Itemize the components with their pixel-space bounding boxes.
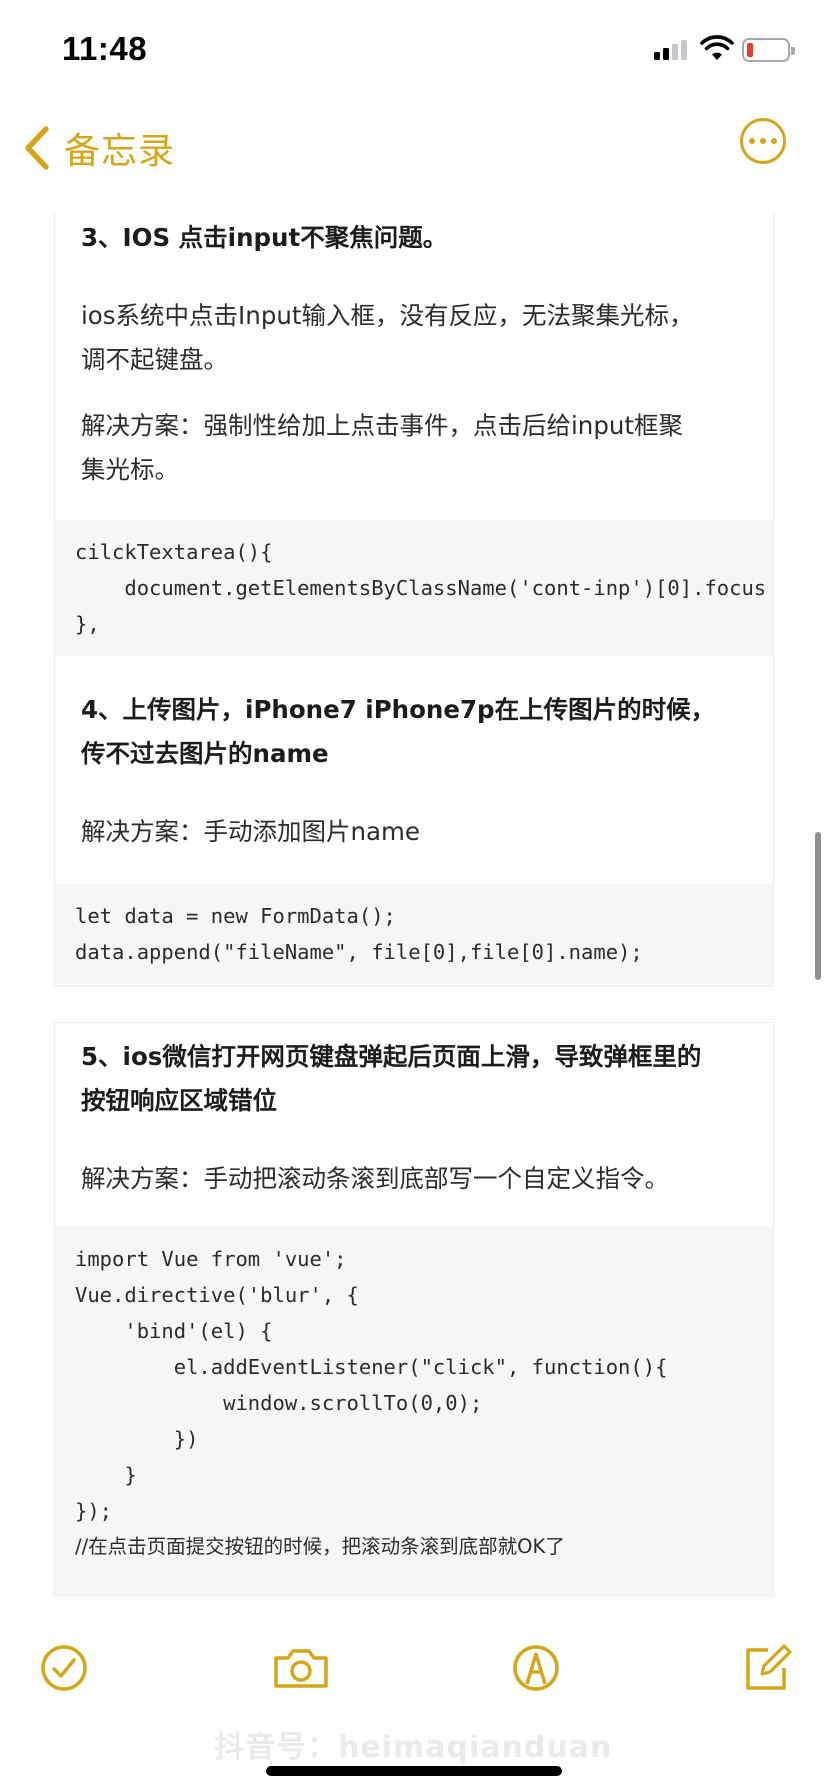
section-3-code-block: cilckTextarea(){ document.getElementsByC…	[55, 520, 773, 656]
code-line: el.addEventListener("click", function(){	[75, 1355, 668, 1379]
section-3-solution-line: 解决方案：强制性给加上点击事件，点击后给input框聚	[81, 411, 684, 440]
code-line: cilckTextarea(){	[75, 540, 273, 564]
code-line: data.append("fileName", file[0],file[0].…	[75, 940, 643, 964]
code-line: window.scrollTo(0,0);	[75, 1391, 483, 1415]
scroll-indicator[interactable]	[815, 832, 821, 980]
code-line: import Vue from 'vue';	[75, 1247, 347, 1271]
chevron-left-icon	[25, 126, 49, 170]
home-indicator[interactable]	[266, 1766, 562, 1776]
camera-button[interactable]	[270, 1640, 332, 1696]
compose-button[interactable]	[738, 1640, 794, 1696]
markup-button[interactable]	[508, 1640, 564, 1696]
code-line: })	[75, 1427, 199, 1451]
more-options-button[interactable]	[740, 118, 786, 164]
cellular-signal-icon	[654, 38, 690, 60]
code-line: },	[75, 612, 100, 636]
section-4-heading-line: 传不过去图片的name	[81, 739, 329, 768]
section-3-heading: 3、IOS 点击input不聚焦问题。	[81, 223, 448, 252]
compose-icon	[746, 1644, 792, 1690]
checklist-icon	[41, 1645, 87, 1691]
code-line: 'bind'(el) {	[75, 1319, 273, 1343]
back-label: 备忘录	[64, 131, 176, 172]
section-5-code-block: import Vue from 'vue'; Vue.directive('bl…	[55, 1227, 773, 1595]
section-5-solution: 解决方案：手动把滚动条滚到底部写一个自定义指令。	[81, 1164, 669, 1193]
checklist-button[interactable]	[36, 1640, 92, 1696]
note-card: 3、IOS 点击input不聚焦问题。 ios系统中点击Input输入框，没有反…	[54, 212, 774, 986]
code-comment: //在点击页面提交按钮的时候，把滚动条滚到底部就OK了	[75, 1535, 565, 1558]
status-bar: 11:48	[0, 0, 828, 100]
watermark: 抖音号：heimaqianduan	[214, 1730, 613, 1765]
section-5-heading-line: 按钮响应区域错位	[81, 1086, 277, 1115]
nav-bar: 备忘录	[0, 100, 828, 200]
more-dot-icon	[760, 138, 766, 144]
section-5-heading-line: 5、ios微信打开网页键盘弹起后页面上滑，导致弹框里的	[81, 1042, 702, 1071]
section-4-solution: 解决方案：手动添加图片name	[81, 817, 420, 846]
more-dot-icon	[771, 138, 777, 144]
code-line: document.getElementsByClassName('cont-in…	[75, 576, 767, 600]
section-3-solution-line: 集光标。	[81, 455, 179, 484]
section-4-heading-line: 4、上传图片，iPhone7 iPhone7p在上传图片的时候，	[81, 695, 716, 724]
section-4-code-block: let data = new FormData(); data.append("…	[55, 884, 773, 984]
code-line: Vue.directive('blur', {	[75, 1283, 359, 1307]
wifi-icon	[700, 35, 734, 60]
code-line: });	[75, 1499, 113, 1523]
back-button[interactable]: 备忘录	[22, 118, 175, 178]
code-line: }	[75, 1463, 137, 1487]
battery-icon	[742, 38, 795, 62]
section-3-description-line: 调不起键盘。	[81, 345, 228, 374]
markup-icon	[513, 1645, 559, 1691]
more-dot-icon	[749, 138, 755, 144]
note-card: 5、ios微信打开网页键盘弹起后页面上滑，导致弹框里的 按钮响应区域错位 解决方…	[54, 1022, 774, 1596]
bottom-toolbar	[0, 1640, 828, 1720]
section-3-description-line: ios系统中点击Input输入框，没有反应，无法聚集光标，	[81, 301, 694, 330]
status-time: 11:48	[62, 30, 148, 67]
camera-icon	[274, 1649, 328, 1688]
code-line: let data = new FormData();	[75, 904, 396, 928]
